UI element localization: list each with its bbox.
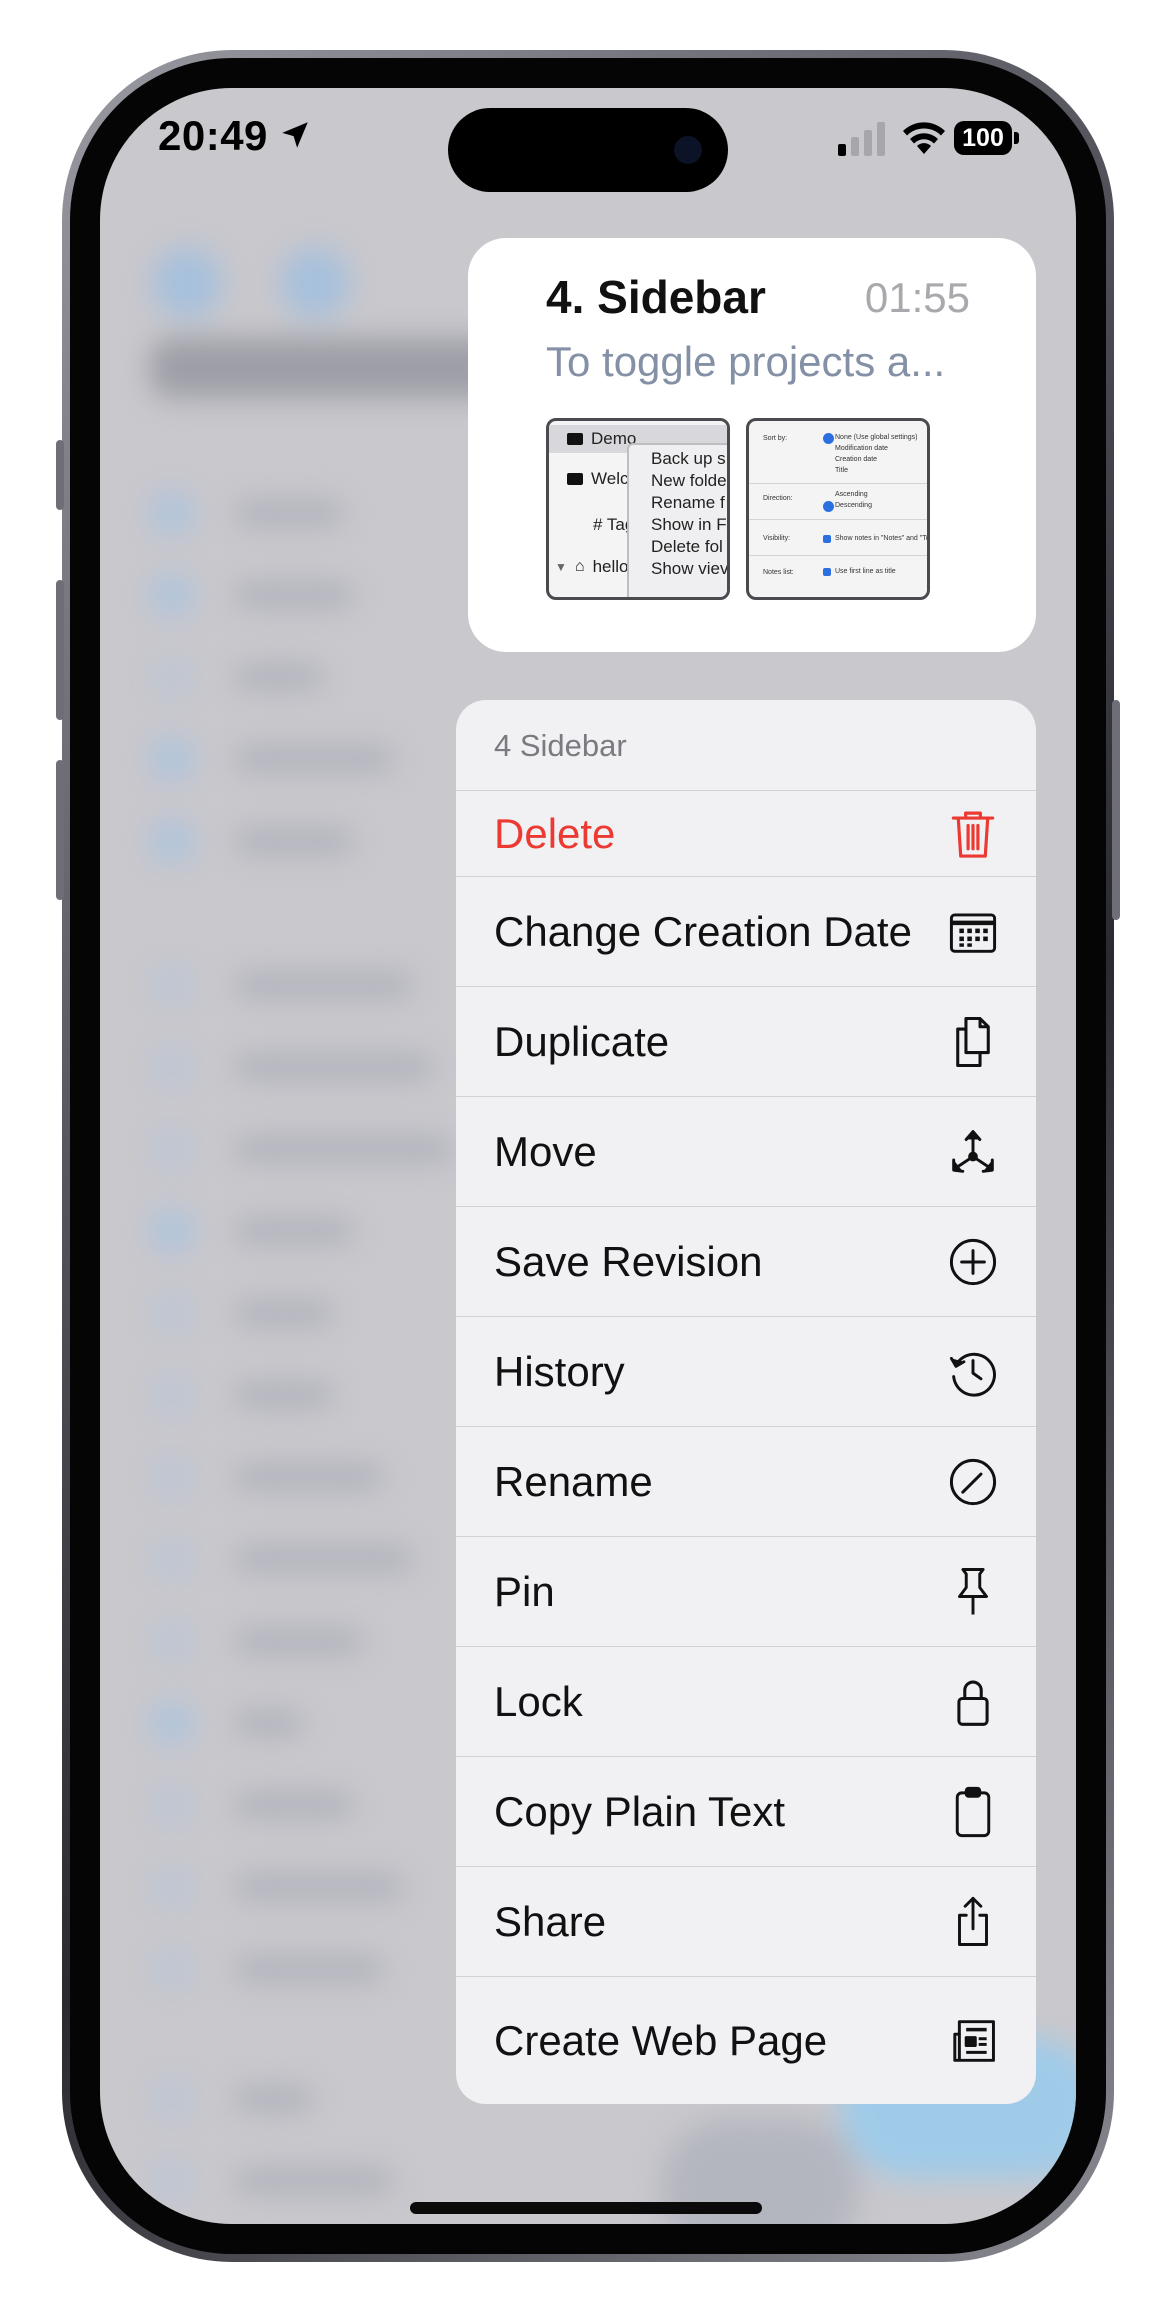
- thumb-menu-item: Rename f: [651, 493, 725, 512]
- menu-item-label: Pin: [494, 1568, 555, 1615]
- front-camera: [674, 136, 702, 164]
- trash-icon: [948, 806, 998, 862]
- history-icon: [948, 1344, 998, 1400]
- calendar-icon: [948, 904, 998, 960]
- thumb-option: Creation date: [835, 456, 878, 463]
- menu-item-history[interactable]: History: [456, 1316, 1036, 1427]
- folder-icon: [567, 433, 583, 445]
- menu-item-label: Delete: [494, 810, 616, 857]
- menu-item-delete[interactable]: Delete: [456, 790, 1036, 877]
- menu-item-label: Move: [494, 1128, 597, 1175]
- menu-item-label: Create Web Page: [494, 2017, 828, 2064]
- note-time: 01:55: [864, 274, 970, 321]
- menu-item-label: Lock: [494, 1678, 583, 1725]
- thumb-menu-item: Back up s: [651, 449, 726, 468]
- note-title: 4. Sidebar: [546, 271, 766, 323]
- plus-circle-icon: [948, 1234, 998, 1290]
- note-image-thumbnail-1: Demo Welc # Tag ▼ ⌂ hello Back up s New fo…: [546, 418, 730, 600]
- menu-item-label: Duplicate: [494, 1018, 670, 1065]
- battery-indicator: 100: [954, 121, 1012, 155]
- menu-item-create-web-page[interactable]: Create Web Page: [456, 1976, 1036, 2104]
- thumb-option: Descending: [835, 502, 872, 509]
- volume-up-button: [56, 580, 64, 720]
- power-button: [1112, 700, 1120, 920]
- pin-icon: [948, 1564, 998, 1620]
- menu-item-copy-plain-text[interactable]: Copy Plain Text: [456, 1756, 1036, 1867]
- context-menu: 4 Sidebar Delete Change Creation Date Du…: [456, 700, 1036, 2104]
- home-indicator[interactable]: [410, 2202, 762, 2214]
- menu-header: 4 Sidebar: [494, 728, 627, 763]
- thumb-menu-item: New folde: [651, 471, 727, 490]
- thumb-option: Title: [835, 467, 848, 474]
- thumb-option: None (Use global settings): [835, 434, 918, 441]
- disclosure-icon: ▼: [555, 560, 567, 574]
- menu-item-pin[interactable]: Pin: [456, 1536, 1036, 1647]
- note-snippet: To toggle projects a...: [546, 338, 946, 385]
- pencil-circle-icon: [948, 1454, 998, 1510]
- thumb-context-menu: Back up s New folde Rename f Show in F D…: [627, 443, 729, 597]
- duplicate-icon: [948, 1014, 998, 1070]
- menu-item-label: Share: [494, 1898, 607, 1945]
- thumb-row: Welc: [591, 469, 629, 488]
- clipboard-icon: [948, 1784, 998, 1840]
- thumb-label: Sort by:: [763, 435, 788, 442]
- menu-item-label: History: [494, 1348, 625, 1395]
- note-image-thumbnail-2: Sort by: None (Use global settings) Modi…: [746, 418, 930, 600]
- thumb-option: Show notes in "Notes" and "To: [835, 535, 930, 542]
- wifi-icon: [903, 122, 945, 154]
- cellular-signal-icon: [838, 122, 885, 156]
- menu-item-rename[interactable]: Rename: [456, 1426, 1036, 1537]
- menu-item-label: Save Revision: [494, 1238, 763, 1285]
- volume-down-button: [56, 760, 64, 900]
- share-icon: [948, 1894, 998, 1950]
- menu-item-share[interactable]: Share: [456, 1866, 1036, 1977]
- folder-icon: [567, 473, 583, 485]
- thumb-menu-item: Show viev: [651, 559, 729, 578]
- thumb-menu-item: Show in F: [651, 515, 727, 534]
- menu-item-lock[interactable]: Lock: [456, 1646, 1036, 1757]
- action-button: [56, 440, 64, 510]
- status-time: 20:49: [158, 112, 268, 159]
- battery-tip: [1014, 132, 1019, 144]
- menu-item-move[interactable]: Move: [456, 1096, 1036, 1207]
- menu-item-change-creation-date[interactable]: Change Creation Date: [456, 876, 1036, 987]
- thumb-label: Direction:: [763, 495, 793, 502]
- menu-item-label: Change Creation Date: [494, 908, 912, 955]
- thumb-label: Visibility:: [763, 535, 791, 542]
- menu-item-label: Rename: [494, 1458, 653, 1505]
- web-page-icon: [948, 2013, 998, 2069]
- move-icon: [948, 1124, 998, 1180]
- menu-item-label: Copy Plain Text: [494, 1788, 786, 1835]
- thumb-option: Use first line as title: [835, 568, 896, 575]
- thumb-label: Notes list:: [763, 569, 794, 576]
- thumb-menu-item: Delete fol: [651, 537, 723, 556]
- menu-item-save-revision[interactable]: Save Revision: [456, 1206, 1036, 1317]
- note-preview-card[interactable]: 4. Sidebar 01:55 To toggle projects a...…: [468, 238, 1036, 652]
- thumb-option: Modification date: [835, 445, 888, 452]
- tag-icon: ⌂: [574, 558, 585, 575]
- menu-item-duplicate[interactable]: Duplicate: [456, 986, 1036, 1097]
- thumb-row: hello: [592, 557, 629, 576]
- location-arrow-icon: [282, 122, 308, 148]
- thumb-option: Ascending: [835, 491, 868, 498]
- lock-icon: [948, 1674, 998, 1730]
